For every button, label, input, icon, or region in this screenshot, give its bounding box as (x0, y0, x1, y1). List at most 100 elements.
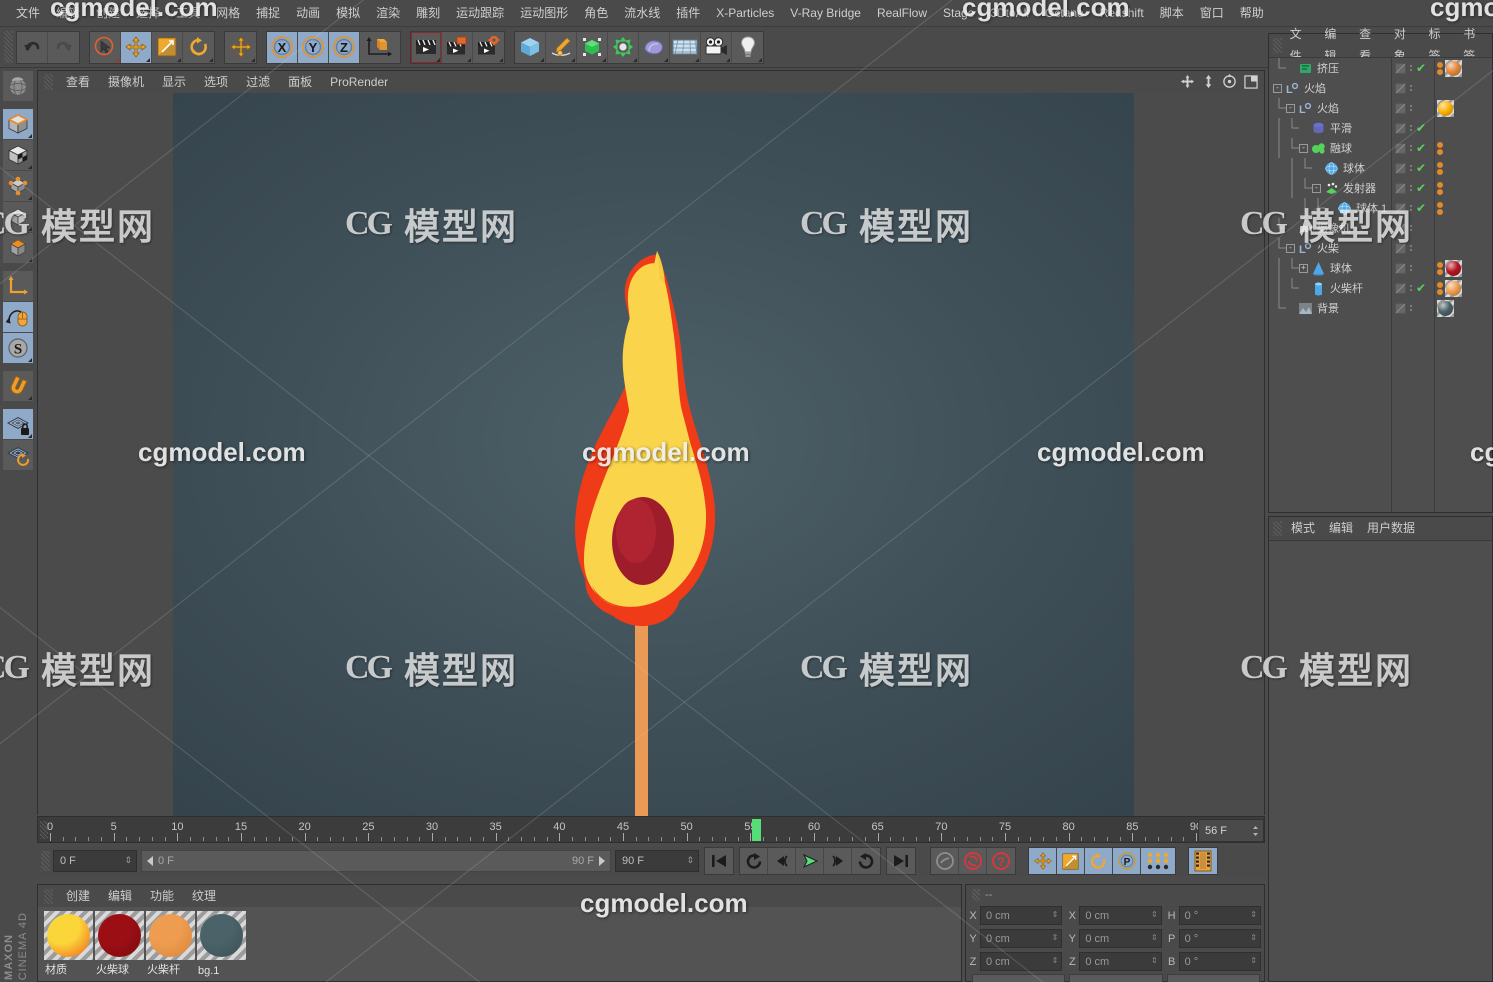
scrub-right-handle-icon[interactable] (598, 856, 606, 866)
timeline-playhead[interactable] (752, 819, 762, 841)
material-tag-icon[interactable] (1445, 259, 1462, 277)
object-layer-box[interactable] (1395, 222, 1406, 234)
spinner-icon[interactable]: ⇕ (1151, 910, 1158, 919)
viewport-menu-item-5[interactable]: 面板 (279, 71, 321, 93)
object-enabled-check-icon[interactable]: ✔ (1416, 282, 1426, 294)
object-enabled-check-icon[interactable]: ✔ (1416, 122, 1426, 134)
add-spline-pen[interactable] (546, 31, 577, 63)
frame-spinner-icon[interactable] (1252, 825, 1259, 837)
toolbar-grip[interactable] (4, 31, 13, 63)
menu-item-24[interactable]: 窗口 (1192, 0, 1232, 27)
object-row[interactable]: - L 火焰 (1269, 78, 1391, 98)
material-tag-icon[interactable] (1445, 279, 1462, 297)
lock-y-axis[interactable]: Y (298, 31, 329, 63)
viewport-menu-item-4[interactable]: 过滤 (237, 71, 279, 93)
attribute-menu-item-0[interactable]: 模式 (1284, 517, 1322, 539)
points-mode-button[interactable] (3, 171, 33, 201)
coordinates-position-input[interactable]: 0 cm ⇕ (980, 952, 1063, 971)
menu-item-17[interactable]: V-Ray Bridge (782, 0, 869, 27)
visibility-dots-icon[interactable] (1410, 145, 1412, 151)
magnet-button[interactable] (3, 371, 33, 401)
object-layer-box[interactable] (1395, 82, 1406, 94)
object-tree-body[interactable]: 挤压 - L 火焰 - L 火焰 平滑 - 融球 球体 - 发射器 球体.1 摄像机 - (1269, 57, 1492, 512)
object-row[interactable]: - 发射器 (1269, 178, 1391, 198)
attribute-grip[interactable] (1273, 520, 1282, 536)
object-tag-icon[interactable] (1437, 201, 1443, 215)
material-item[interactable]: 材质 (44, 911, 93, 979)
current-frame-field[interactable]: 56 F (1198, 819, 1264, 842)
add-primitive-cube[interactable] (515, 31, 546, 63)
visibility-dots-icon[interactable] (1410, 85, 1412, 91)
object-row[interactable]: 挤压 (1269, 58, 1391, 78)
object-tag-icon[interactable] (1437, 161, 1443, 175)
visibility-dots-icon[interactable] (1410, 285, 1412, 291)
step-back-button[interactable] (768, 848, 796, 874)
viewport-canvas[interactable] (38, 93, 1264, 816)
render-view-button[interactable] (411, 31, 442, 63)
viewport-grip[interactable] (44, 74, 53, 90)
spinner-icon[interactable]: ⇕ (1250, 956, 1257, 965)
object-layer-box[interactable] (1395, 182, 1406, 194)
add-environment[interactable] (639, 31, 670, 63)
coordinate-system-toggle[interactable] (360, 31, 400, 63)
material-menu-item-1[interactable]: 编辑 (99, 885, 141, 907)
coordinates-rotation-input[interactable]: 0 ° ⇕ (1178, 906, 1261, 925)
spinner-icon[interactable]: ⇕ (1151, 956, 1158, 965)
object-row[interactable]: - L 火柴 (1269, 238, 1391, 258)
visibility-dots-icon[interactable] (1410, 305, 1412, 311)
coordinates-rotation-input[interactable]: 0 ° ⇕ (1178, 929, 1261, 948)
object-layer-box[interactable] (1395, 282, 1406, 294)
attribute-menu-item-2[interactable]: 用户数据 (1360, 517, 1422, 539)
object-enabled-check-icon[interactable]: ✔ (1416, 162, 1426, 174)
parameter-key-toggle[interactable]: P (1113, 848, 1141, 874)
collapse-toggle-icon[interactable]: - (1286, 103, 1295, 113)
visibility-dots-icon[interactable] (1410, 165, 1412, 171)
spinner-icon[interactable]: ⇕ (1250, 933, 1257, 942)
object-enabled-check-icon[interactable]: ✔ (1416, 182, 1426, 194)
object-row[interactable]: 球体 (1269, 158, 1391, 178)
menu-item-23[interactable]: 脚本 (1152, 0, 1192, 27)
menu-item-11[interactable]: 运动跟踪 (448, 0, 512, 27)
menu-item-3[interactable]: 选择 (128, 0, 168, 27)
visibility-dots-icon[interactable] (1410, 105, 1412, 111)
object-layer-box[interactable] (1395, 262, 1406, 274)
object-layer-box[interactable] (1395, 162, 1406, 174)
menu-item-12[interactable]: 运动图形 (512, 0, 576, 27)
object-tags-column[interactable] (1435, 58, 1493, 512)
coordinates-position-input[interactable]: 0 cm ⇕ (980, 929, 1063, 948)
menu-item-8[interactable]: 模拟 (328, 0, 368, 27)
viewport-menu-item-1[interactable]: 摄像机 (99, 71, 153, 93)
position-key-toggle[interactable] (1029, 848, 1057, 874)
menu-item-13[interactable]: 角色 (576, 0, 616, 27)
spinner-icon[interactable]: ⇕ (1052, 933, 1059, 942)
go-to-end-button[interactable] (887, 848, 915, 874)
object-row[interactable]: 摄像机 (1269, 218, 1391, 238)
add-light[interactable] (732, 31, 763, 63)
object-tag-icon[interactable] (1437, 61, 1443, 75)
menu-item-5[interactable]: 网格 (208, 0, 248, 27)
maximize-view-icon[interactable] (1244, 74, 1258, 89)
rotate-view-icon[interactable] (1222, 74, 1237, 89)
live-selection-tool[interactable] (90, 31, 121, 63)
rotation-key-toggle[interactable] (1085, 848, 1113, 874)
object-row[interactable]: 背景 (1269, 298, 1391, 318)
menu-item-16[interactable]: X-Particles (708, 0, 782, 27)
menu-item-1[interactable]: 编辑 (48, 0, 88, 27)
absolute-size-button[interactable] (1069, 974, 1163, 982)
apply-button[interactable] (1166, 974, 1260, 982)
object-row[interactable]: - 融球 (1269, 138, 1391, 158)
material-item[interactable]: 火柴杆 (146, 911, 195, 979)
model-mode-button[interactable] (3, 109, 33, 139)
relative-object-button[interactable] (972, 974, 1066, 982)
object-grip[interactable] (1273, 37, 1282, 53)
workplane-lock-button[interactable] (3, 409, 33, 439)
menu-item-20[interactable]: 3DtoAll (982, 0, 1037, 27)
coordinates-size-input[interactable]: 0 cm ⇕ (1079, 929, 1162, 948)
visibility-dots-icon[interactable] (1410, 265, 1412, 271)
material-menu-item-0[interactable]: 创建 (57, 885, 99, 907)
menu-item-0[interactable]: 文件 (8, 0, 48, 27)
timeline-ruler[interactable]: 0 5 10 15 20 25 30 35 40 45 50 55 60 65 70 75 80 85 90 56 … (37, 816, 1265, 843)
visibility-dots-icon[interactable] (1410, 185, 1412, 191)
menu-item-22[interactable]: Redshift (1092, 0, 1152, 27)
menu-item-25[interactable]: 帮助 (1232, 0, 1272, 27)
